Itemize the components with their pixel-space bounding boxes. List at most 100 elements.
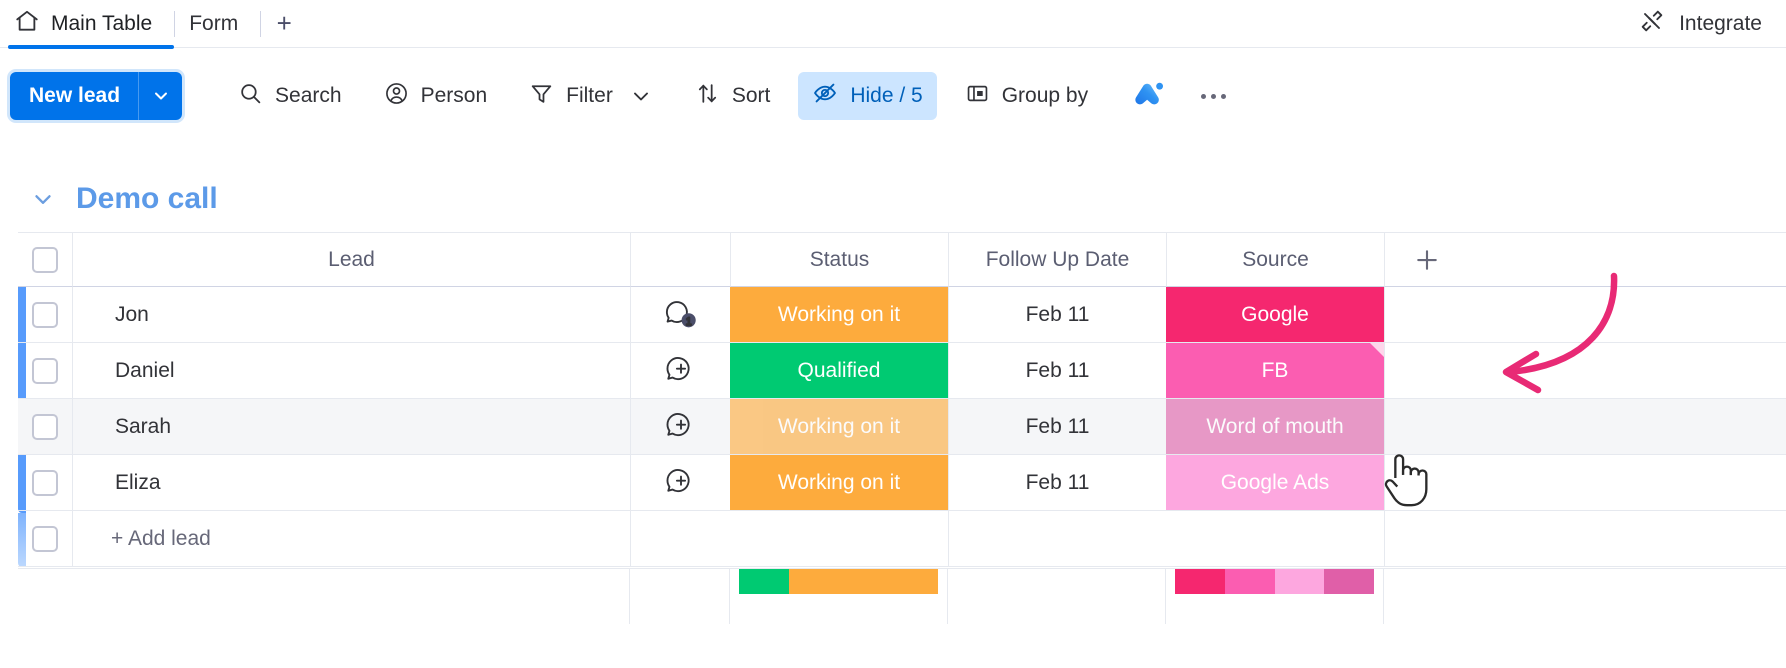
cell-date[interactable]: Feb 11 bbox=[948, 455, 1166, 511]
tab-main-table[interactable]: Main Table bbox=[0, 0, 175, 49]
cell-source[interactable]: Google bbox=[1166, 287, 1384, 343]
person-icon bbox=[384, 81, 409, 112]
chevron-down-icon[interactable] bbox=[30, 186, 56, 212]
chat-badge-icon[interactable]: 1 bbox=[630, 287, 730, 343]
summary-pad bbox=[18, 568, 72, 624]
new-lead-button[interactable]: New lead bbox=[10, 72, 183, 120]
column-header-lead[interactable]: Lead bbox=[72, 232, 630, 287]
source-segment-google bbox=[1175, 568, 1225, 594]
row-extra-cell bbox=[1384, 287, 1672, 343]
chat-add-icon[interactable] bbox=[630, 343, 730, 399]
status-badge[interactable]: Working on it bbox=[730, 455, 948, 510]
source-segment-word-of-mouth bbox=[1324, 568, 1374, 594]
home-icon bbox=[14, 8, 40, 40]
source-badge[interactable]: Google bbox=[1166, 287, 1384, 342]
summary-status-cell[interactable] bbox=[730, 568, 948, 624]
summary-divider bbox=[18, 568, 1786, 569]
add-row-extra-cell bbox=[1384, 511, 1672, 567]
add-lead-label[interactable]: + Add lead bbox=[72, 511, 630, 567]
leads-table: Lead Status Follow Up Date Source Jon 1 bbox=[18, 232, 1786, 567]
integrate-button[interactable]: Integrate bbox=[1638, 0, 1762, 48]
add-row-tail bbox=[1672, 511, 1786, 567]
cell-date[interactable]: Feb 11 bbox=[948, 287, 1166, 343]
cell-status[interactable]: Working on it bbox=[730, 399, 948, 455]
add-row-chat-cell bbox=[630, 511, 730, 567]
chat-add-icon[interactable] bbox=[630, 455, 730, 511]
toolbar-group-by-button[interactable]: Group by bbox=[951, 72, 1102, 120]
cell-status[interactable]: Working on it bbox=[730, 455, 948, 511]
status-badge[interactable]: Qualified bbox=[730, 343, 948, 398]
source-badge[interactable]: Google Ads bbox=[1166, 455, 1384, 510]
row-checkbox[interactable] bbox=[32, 525, 58, 552]
toolbar-search-button[interactable]: Search bbox=[224, 72, 356, 120]
monday-ai-icon[interactable] bbox=[1124, 72, 1170, 120]
table-row[interactable]: Eliza Working on it Feb 11 Google Ads bbox=[18, 455, 1786, 511]
toolbar-filter-button[interactable]: Filter bbox=[515, 72, 667, 120]
table-row[interactable]: Sarah Working on it Feb 11 Word of mouth bbox=[18, 399, 1786, 455]
tab-form[interactable]: Form bbox=[175, 0, 260, 48]
row-checkbox[interactable] bbox=[32, 413, 58, 440]
toolbar-sort-button[interactable]: Sort bbox=[681, 72, 785, 120]
add-tab-button[interactable]: + bbox=[261, 0, 307, 48]
more-options-icon[interactable] bbox=[1188, 72, 1238, 120]
column-header-date[interactable]: Follow Up Date bbox=[948, 232, 1166, 287]
toolbar-search-label: Search bbox=[275, 84, 342, 107]
cell-lead[interactable]: Jon bbox=[72, 287, 630, 343]
cell-lead[interactable]: Daniel bbox=[72, 343, 630, 399]
row-tail bbox=[1672, 287, 1786, 343]
row-checkbox[interactable] bbox=[32, 301, 58, 328]
source-badge[interactable]: Word of mouth bbox=[1166, 399, 1384, 454]
row-extra-cell bbox=[1384, 343, 1672, 399]
header-tail bbox=[1672, 232, 1786, 287]
toolbar-person-button[interactable]: Person bbox=[370, 72, 502, 120]
add-row-date-cell bbox=[948, 511, 1166, 567]
toolbar-hide-label: Hide / 5 bbox=[850, 84, 923, 107]
new-lead-dropdown-button[interactable] bbox=[138, 72, 183, 120]
svg-text:1: 1 bbox=[685, 316, 691, 328]
cell-source[interactable]: Word of mouth bbox=[1166, 399, 1384, 455]
cell-lead[interactable]: Sarah bbox=[72, 399, 630, 455]
group-title[interactable]: Demo call bbox=[76, 182, 218, 216]
column-header-status[interactable]: Status bbox=[730, 232, 948, 287]
summary-tail bbox=[1384, 568, 1786, 624]
source-segment-google-ads bbox=[1274, 568, 1325, 594]
table-row[interactable]: Daniel Qualified Feb 11 FB bbox=[18, 343, 1786, 399]
row-tail bbox=[1672, 399, 1786, 455]
select-all-checkbox[interactable] bbox=[32, 246, 58, 273]
toolbar-sort-label: Sort bbox=[731, 84, 771, 107]
status-badge[interactable]: Working on it bbox=[730, 287, 948, 342]
row-checkbox[interactable] bbox=[32, 469, 58, 496]
new-lead-label: New lead bbox=[10, 72, 139, 120]
row-select-cell bbox=[18, 287, 72, 343]
toolbar-hide-button[interactable]: Hide / 5 bbox=[798, 72, 937, 120]
cell-source[interactable]: Google Ads bbox=[1166, 455, 1384, 511]
summary-source-cell[interactable] bbox=[1166, 568, 1384, 624]
source-distribution-bar[interactable] bbox=[1175, 568, 1374, 594]
cell-source[interactable]: FB bbox=[1166, 343, 1384, 399]
column-header-status-label: Status bbox=[809, 247, 870, 271]
chevron-down-icon[interactable] bbox=[629, 84, 653, 108]
row-select-cell bbox=[18, 343, 72, 399]
cell-corner-fold-icon bbox=[1370, 343, 1384, 357]
cell-date[interactable]: Feb 11 bbox=[948, 399, 1166, 455]
source-badge[interactable]: FB bbox=[1166, 343, 1384, 398]
row-extra-cell bbox=[1384, 399, 1672, 455]
add-column-button[interactable] bbox=[1384, 232, 1672, 287]
table-row[interactable]: Jon 1 Working on it Feb 11 Google bbox=[18, 287, 1786, 343]
tab-bar: Main Table Form + Integrate bbox=[0, 0, 1786, 49]
cell-lead[interactable]: Eliza bbox=[72, 455, 630, 511]
row-extra-cell bbox=[1384, 455, 1672, 511]
cell-date[interactable]: Feb 11 bbox=[948, 343, 1166, 399]
status-badge[interactable]: Working on it bbox=[730, 399, 948, 454]
add-lead-row[interactable]: + Add lead bbox=[18, 511, 1786, 567]
row-select-cell bbox=[18, 511, 72, 567]
row-checkbox[interactable] bbox=[32, 357, 58, 384]
group-header: Demo call bbox=[0, 172, 600, 226]
status-segment-working-on-it bbox=[788, 568, 938, 594]
column-header-chat bbox=[630, 232, 730, 287]
chat-add-icon[interactable] bbox=[630, 399, 730, 455]
column-header-source[interactable]: Source bbox=[1166, 232, 1384, 287]
cell-status[interactable]: Working on it bbox=[730, 287, 948, 343]
status-distribution-bar[interactable] bbox=[739, 568, 938, 594]
cell-status[interactable]: Qualified bbox=[730, 343, 948, 399]
